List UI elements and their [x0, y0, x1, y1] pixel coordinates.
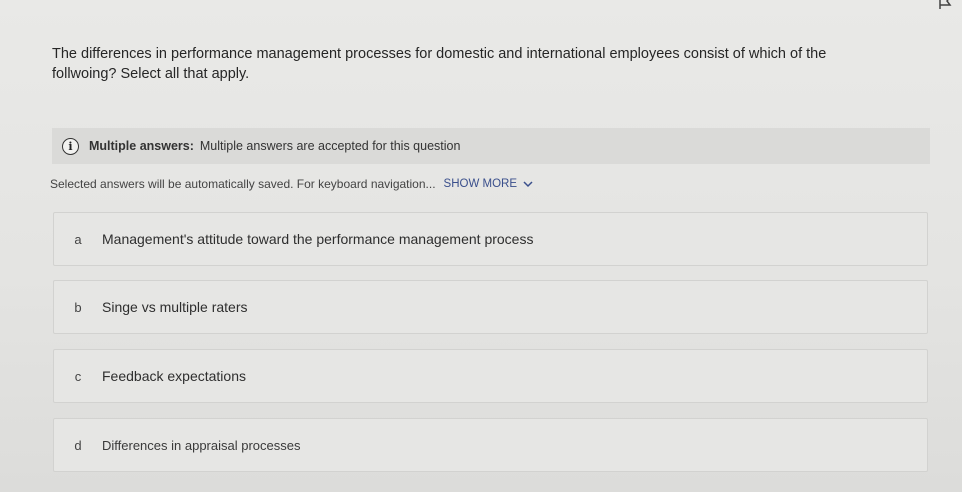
info-label: Multiple answers: — [89, 139, 194, 153]
flag-icon[interactable] — [938, 0, 952, 10]
option-letter: b — [74, 299, 82, 315]
multiple-answers-banner: i Multiple answers: Multiple answers are… — [52, 128, 930, 164]
option-letter: d — [74, 437, 82, 453]
show-more-label: SHOW MORE — [443, 178, 518, 190]
info-icon: i — [62, 137, 79, 155]
option-letter: a — [74, 231, 82, 247]
option-text: Differences in appraisal processes — [102, 437, 301, 453]
info-text: Multiple answers are accepted for this q… — [199, 139, 461, 153]
answer-option-c[interactable]: c Feedback expectations — [53, 349, 928, 403]
question-text: The differences in performance managemen… — [52, 46, 827, 82]
answer-option-a[interactable]: a Management's attitude toward the perfo… — [53, 212, 928, 266]
show-more-button[interactable]: SHOW MORE — [444, 178, 533, 190]
instructions-text: Selected answers will be automatically s… — [50, 177, 436, 191]
option-letter: c — [74, 368, 82, 384]
option-text: Management's attitude toward the perform… — [102, 231, 534, 247]
instructions: Selected answers will be automatically s… — [50, 177, 533, 191]
option-text: Feedback expectations — [102, 368, 246, 384]
answer-option-d[interactable]: d Differences in appraisal processes — [53, 418, 928, 472]
chevron-down-icon — [523, 181, 533, 188]
answer-option-b[interactable]: b Singe vs multiple raters — [53, 280, 928, 334]
option-text: Singe vs multiple raters — [102, 299, 248, 315]
